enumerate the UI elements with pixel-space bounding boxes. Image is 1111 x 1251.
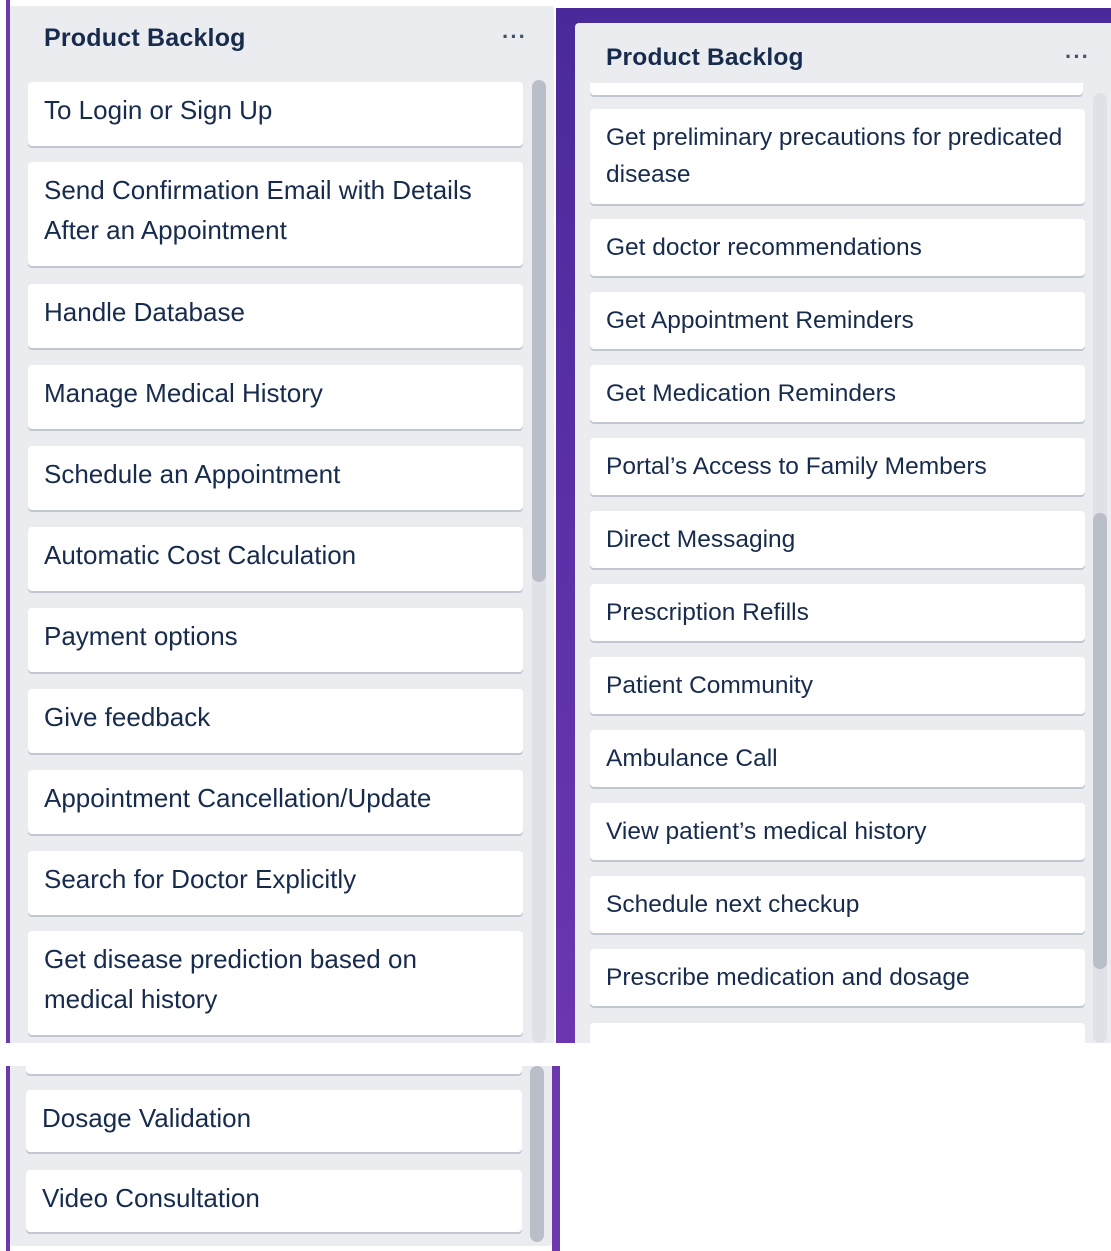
card-video-consultation[interactable]: Video Consultation bbox=[26, 1170, 522, 1232]
card-disease-prediction[interactable]: Get disease prediction based on medical … bbox=[28, 931, 523, 1035]
card-handle-database[interactable]: Handle Database bbox=[28, 284, 523, 348]
card-dosage-validation[interactable]: Dosage Validation bbox=[26, 1090, 522, 1152]
list-scrollbar-thumb[interactable] bbox=[532, 80, 546, 582]
product-backlog-list: Product Backlog ··· Get preliminary prec… bbox=[575, 23, 1111, 1043]
card-schedule-checkup[interactable]: Schedule next checkup bbox=[590, 876, 1085, 933]
list-scrollbar[interactable] bbox=[530, 1066, 544, 1242]
card-login-signup[interactable]: To Login or Sign Up bbox=[28, 82, 523, 146]
card-appointment-cancellation[interactable]: Appointment Cancellation/Update bbox=[28, 770, 523, 834]
left-screenshot: Product Backlog ··· To Login or Sign Up … bbox=[0, 0, 556, 1043]
card-preliminary-precautions[interactable]: Get preliminary precautions for predicat… bbox=[590, 109, 1085, 204]
card-doctor-recommendations[interactable]: Get doctor recommendations bbox=[590, 219, 1085, 276]
product-backlog-list: Product Backlog ··· To Login or Sign Up … bbox=[10, 6, 554, 1043]
card-patient-community[interactable]: Patient Community bbox=[590, 657, 1085, 714]
card-confirmation-email[interactable]: Send Confirmation Email with Details Aft… bbox=[28, 162, 523, 266]
list-scrollbar[interactable] bbox=[1093, 93, 1107, 1043]
product-backlog-list: Dosage Validation Video Consultation bbox=[10, 1066, 552, 1246]
card-give-feedback[interactable]: Give feedback bbox=[28, 689, 523, 753]
card-appointment-reminders[interactable]: Get Appointment Reminders bbox=[590, 292, 1085, 349]
list-title: Product Backlog bbox=[44, 24, 246, 52]
card-direct-messaging[interactable]: Direct Messaging bbox=[590, 511, 1085, 568]
card-family-access[interactable]: Portal’s Access to Family Members bbox=[590, 438, 1085, 495]
card-view-medical-history[interactable]: View patient’s medical history bbox=[590, 803, 1085, 860]
card-prescription-refills[interactable]: Prescription Refills bbox=[590, 584, 1085, 641]
card-search-doctor[interactable]: Search for Doctor Explicitly bbox=[28, 851, 523, 915]
list-title: Product Backlog bbox=[606, 44, 804, 71]
card-payment-options[interactable]: Payment options bbox=[28, 608, 523, 672]
card-schedule-appointment[interactable]: Schedule an Appointment bbox=[28, 446, 523, 510]
partially-hidden-card bbox=[26, 1066, 522, 1074]
list-menu-icon[interactable]: ··· bbox=[1065, 44, 1090, 70]
list-menu-icon[interactable]: ··· bbox=[502, 24, 527, 50]
bottom-screenshot: Dosage Validation Video Consultation bbox=[0, 1066, 560, 1251]
board-background bbox=[552, 1066, 560, 1251]
card-ambulance-call[interactable]: Ambulance Call bbox=[590, 730, 1085, 787]
list-scrollbar[interactable] bbox=[532, 80, 546, 1043]
list-scrollbar-thumb[interactable] bbox=[530, 1066, 544, 1242]
card-cost-calculation[interactable]: Automatic Cost Calculation bbox=[28, 527, 523, 591]
partially-hidden-card bbox=[590, 83, 1083, 95]
right-screenshot: Product Backlog ··· Get preliminary prec… bbox=[556, 8, 1111, 1043]
list-scrollbar-thumb[interactable] bbox=[1093, 513, 1107, 969]
card-prescribe-medication[interactable]: Prescribe medication and dosage bbox=[590, 949, 1085, 1006]
card-manage-medical-history[interactable]: Manage Medical History bbox=[28, 365, 523, 429]
card-medication-reminders[interactable]: Get Medication Reminders bbox=[590, 365, 1085, 422]
partially-hidden-card bbox=[590, 1023, 1085, 1043]
